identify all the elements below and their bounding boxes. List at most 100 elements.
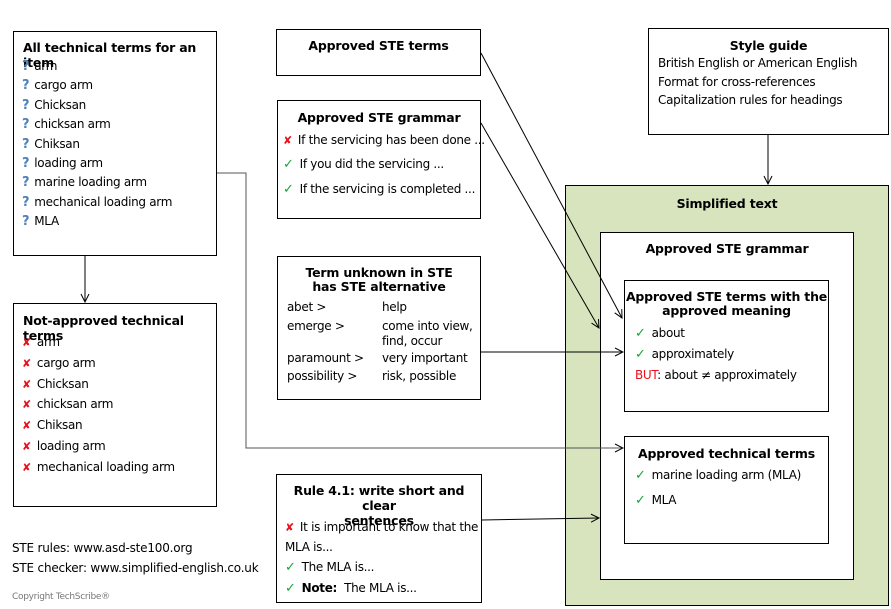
- check-icon: ✓: [635, 347, 646, 362]
- list-item: ✓ about: [635, 326, 685, 341]
- term-unknown-title-line1: Term unknown in STE: [305, 265, 453, 280]
- list-item-text: MLA: [34, 214, 59, 229]
- term-unknown-title: Term unknown in STE has STE alternative: [278, 266, 480, 294]
- question-icon: ?: [22, 175, 30, 191]
- term-row: abet >: [287, 300, 327, 314]
- check-icon: ✓: [635, 468, 646, 483]
- style-guide-title: Style guide: [729, 38, 808, 53]
- terms-meaning-box: Approved STE terms with the approved mea…: [624, 280, 829, 412]
- but-label: BUT: [635, 368, 658, 382]
- list-item-text: cargo arm: [36, 355, 96, 370]
- list-item-text: loading arm: [36, 439, 106, 453]
- grammar-example: ✓ If you did the servicing ...: [283, 157, 444, 172]
- list-item: ✘ Chiksan: [22, 418, 83, 433]
- term-unknown-title-line2: has STE alternative: [312, 279, 446, 294]
- list-item: ✓ marine loading arm (MLA): [635, 468, 801, 483]
- list-item: ? Chicksan: [22, 98, 86, 113]
- list-item: ✘ arm: [22, 335, 60, 349]
- term-row: emerge >: [287, 319, 345, 333]
- ste-rules-link[interactable]: STE rules: www.asd-ste100.org: [12, 541, 193, 555]
- approved-ste-terms-box: Approved STE terms: [276, 29, 481, 76]
- tech-terms-title: Approved technical terms: [638, 446, 815, 461]
- cross-icon: ✘: [285, 521, 294, 534]
- tech-terms-box: Approved technical terms ✓ marine loading…: [624, 436, 829, 544]
- list-item: ? chicksan arm: [22, 117, 111, 132]
- list-item-text: mechanical loading arm: [36, 459, 175, 474]
- list-item-text: mechanical loading arm: [34, 194, 173, 209]
- list-item: ? MLA: [22, 214, 59, 229]
- rule-good-example: ✓ Note: The MLA is...: [285, 581, 417, 596]
- rule-bad-example: ✘ It is important to know that the: [285, 520, 479, 534]
- grammar-example: ✓ If the servicing is completed ...: [283, 182, 476, 197]
- list-item: ? cargo arm: [22, 78, 93, 93]
- check-icon: ✓: [283, 157, 294, 172]
- list-item-text: loading arm: [34, 156, 103, 170]
- approved-ste-grammar-box: Approved STE grammar ✘ If the servicing h…: [277, 100, 485, 219]
- question-icon: ?: [22, 136, 30, 152]
- list-item: ✘ loading arm: [22, 439, 106, 453]
- style-guide-box: Style guide British English or American …: [648, 28, 889, 135]
- list-item-text: cargo arm: [34, 78, 93, 93]
- check-icon: ✓: [635, 493, 646, 508]
- check-icon: ✓: [283, 182, 294, 197]
- question-icon: ?: [22, 78, 30, 94]
- list-item-text: Chiksan: [36, 418, 83, 433]
- list-item-text: arm: [36, 335, 60, 349]
- term-row: possibility >: [287, 369, 358, 383]
- list-item: ? arm: [22, 59, 57, 74]
- rule-41-title-line1: Rule 4.1: write short and clear: [293, 483, 465, 513]
- list-item-text: Chicksan: [36, 376, 89, 391]
- list-item-text: Chicksan: [34, 97, 86, 112]
- alt-row: come into view,: [382, 319, 473, 333]
- rule-bad-example-cont: MLA is...: [285, 540, 333, 554]
- list-item-text: arm: [34, 59, 58, 73]
- list-item: ? mechanical loading arm: [22, 195, 172, 210]
- list-item: ✘ mechanical loading arm: [22, 460, 175, 474]
- question-icon: ?: [22, 194, 30, 210]
- alt-row: help: [382, 300, 407, 314]
- term-row: paramount >: [287, 351, 364, 365]
- alt-row: very important: [382, 351, 468, 365]
- cross-icon: ✘: [22, 398, 31, 412]
- question-icon: ?: [22, 214, 30, 230]
- alt-row: find, occur: [382, 334, 443, 348]
- list-item: ✘ chicksan arm: [22, 397, 114, 412]
- question-icon: ?: [22, 117, 30, 133]
- all-terms-box: All technical terms for an item ? arm? car…: [13, 31, 217, 256]
- style-guide-item: Format for cross-references: [658, 75, 816, 89]
- alt-row: risk, possible: [382, 369, 457, 383]
- question-icon: ?: [22, 97, 30, 113]
- terms-meaning-title-line2: approved meaning: [662, 303, 791, 318]
- rule-good-example: ✓ The MLA is...: [285, 560, 375, 575]
- grammar-example: ✘ If the servicing has been done ...: [283, 133, 485, 147]
- cross-icon: ✘: [22, 419, 31, 433]
- terms-meaning-title-line1: Approved STE terms with the: [625, 289, 828, 304]
- list-item: ? marine loading arm: [22, 175, 147, 190]
- rule-41-box: Rule 4.1: write short and clear sentence…: [276, 474, 482, 603]
- cross-icon: ✘: [22, 440, 31, 453]
- cross-icon: ✘: [22, 336, 31, 349]
- cross-icon: ✘: [22, 377, 31, 391]
- check-icon: ✓: [285, 560, 296, 575]
- simplified-text-title: Simplified text: [676, 196, 778, 211]
- but-note: BUT: about ≠ approximately: [635, 368, 797, 382]
- list-item-text: chicksan arm: [36, 397, 114, 412]
- question-icon: ?: [22, 59, 30, 74]
- terms-meaning-title: Approved STE terms with the approved mea…: [625, 290, 828, 318]
- list-item: ✓ MLA: [635, 493, 677, 508]
- copyright-text: Copyright TechScribe®: [12, 592, 110, 602]
- not-approved-box: Not-approved technical terms ✘ arm ✘ cargo …: [13, 303, 217, 507]
- list-item-text: marine loading arm: [34, 175, 147, 190]
- cross-icon: ✘: [22, 356, 31, 370]
- list-item: ? loading arm: [22, 156, 103, 171]
- cross-icon: ✘: [283, 134, 292, 147]
- list-item-text: Chiksan: [34, 136, 80, 151]
- cross-icon: ✘: [22, 460, 31, 474]
- list-item: ✓ approximately: [635, 347, 734, 362]
- check-icon: ✓: [635, 326, 646, 341]
- list-item-text: chicksan arm: [34, 117, 111, 132]
- check-icon: ✓: [285, 581, 296, 596]
- approved-ste-terms-title: Approved STE terms: [308, 38, 449, 53]
- list-item: ? Chiksan: [22, 137, 80, 152]
- ste-checker-link[interactable]: STE checker: www.simplified-english.co.u…: [12, 561, 259, 575]
